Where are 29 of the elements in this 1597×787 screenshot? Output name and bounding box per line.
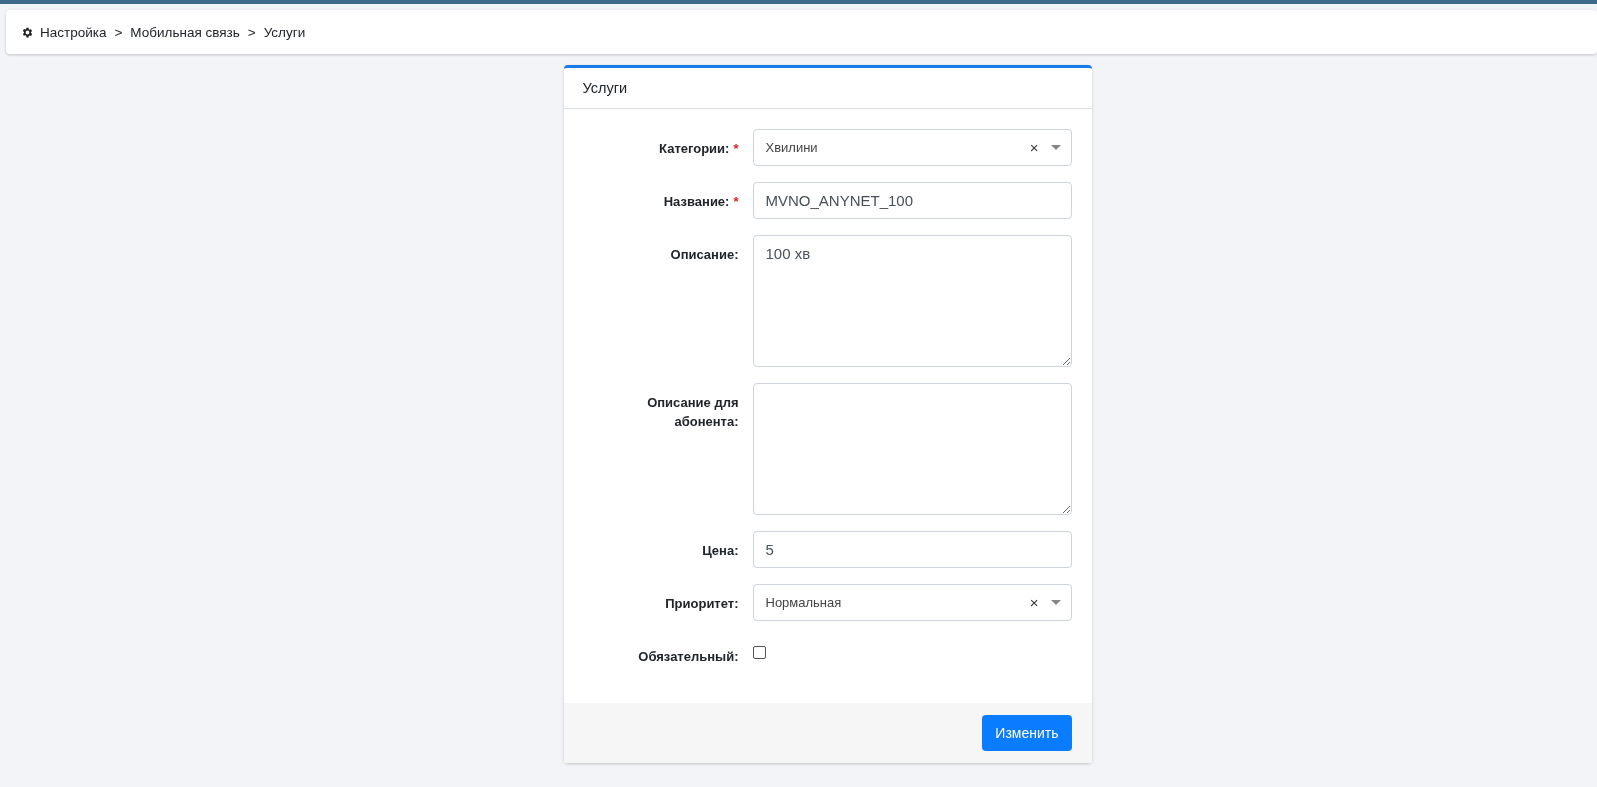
- field-label: Название:: [663, 194, 730, 209]
- select-value: Нормальная: [765, 595, 843, 610]
- breadcrumb-separator: >: [114, 24, 123, 40]
- field-label: Цена:: [702, 543, 739, 558]
- breadcrumb-item: Услуги: [263, 24, 306, 40]
- text-input[interactable]: MVNO_ANYNET_100: [752, 182, 1072, 219]
- card-title: Услуги: [582, 80, 628, 96]
- clear-button[interactable]: ×: [1029, 139, 1039, 156]
- required-mark: *: [733, 194, 739, 209]
- text-input[interactable]: 5: [752, 531, 1072, 568]
- breadcrumb-item[interactable]: Настройка: [40, 24, 107, 40]
- required-mark: *: [733, 141, 739, 156]
- select-field[interactable]: Нормальная ×: [752, 584, 1072, 621]
- select-value: Хвилини: [765, 140, 819, 155]
- settings-icon: [21, 25, 34, 39]
- field-label: Категории:: [659, 141, 730, 156]
- select-field[interactable]: Хвилини ×: [752, 129, 1072, 166]
- text-area[interactable]: 100 хв: [752, 235, 1072, 367]
- caret-icon: [1050, 145, 1061, 150]
- breadcrumb-item[interactable]: Мобильная связь: [130, 24, 240, 40]
- field-label: Описание:: [670, 247, 739, 262]
- submit-button[interactable]: Изменить: [982, 714, 1072, 751]
- breadcrumb-separator: >: [247, 24, 256, 40]
- field-label: Описание для абонента:: [647, 395, 739, 429]
- caret-icon: [1050, 600, 1061, 605]
- checkbox[interactable]: [752, 646, 766, 659]
- field-label: Приоритет:: [665, 596, 739, 611]
- clear-button[interactable]: ×: [1029, 594, 1039, 611]
- field-label: Обязательный:: [638, 649, 739, 664]
